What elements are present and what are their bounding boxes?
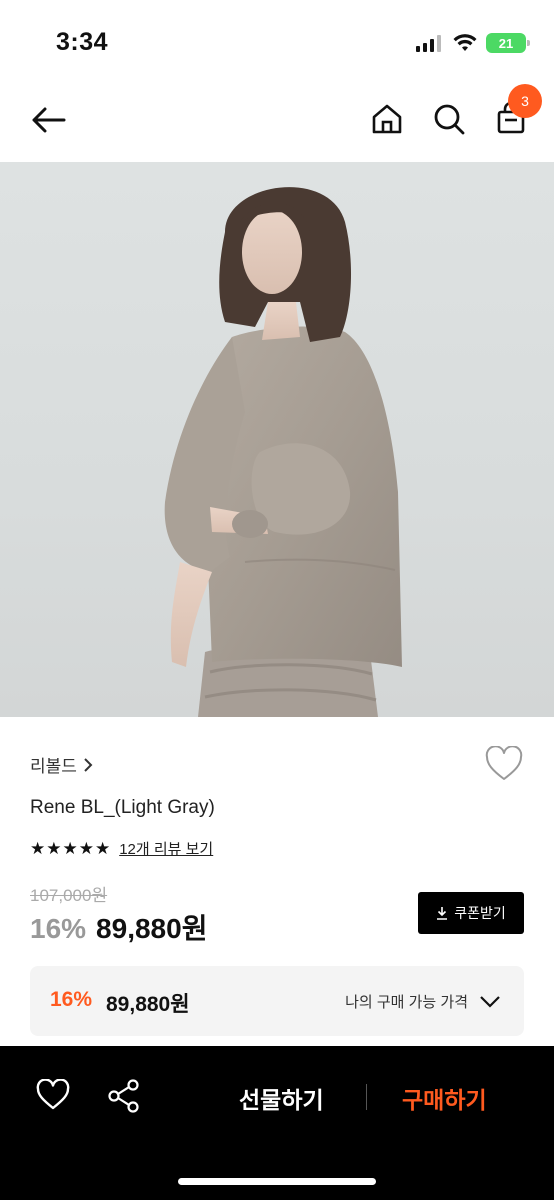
review-link[interactable]: 12개 리뷰 보기 [119,838,213,859]
divider [366,1084,367,1110]
wishlist-button[interactable] [484,745,524,782]
product-image[interactable] [0,162,554,717]
bottom-action-bar: 선물하기 구매하기 [0,1046,554,1200]
price-row: 16% 89,880원 [30,907,207,947]
sale-price: 89,880원 [96,913,208,944]
status-icons: 21 [416,33,530,53]
discount-rate: 16% [30,913,87,944]
back-button[interactable] [28,102,68,138]
bottom-wishlist-button[interactable] [36,1078,70,1111]
search-icon [434,104,465,135]
home-icon [372,104,402,134]
cart-count-badge: 3 [508,84,542,118]
buy-button[interactable]: 구매하기 [402,1081,487,1115]
top-nav [0,86,554,162]
rating-stars: ★★★★★ [30,838,112,858]
gift-button[interactable]: 선물하기 [239,1081,324,1115]
chevron-right-icon [84,757,93,772]
chevron-down-icon [480,996,500,1008]
coupon-label: 쿠폰받기 [454,905,506,921]
wifi-icon [453,34,477,51]
arrow-left-icon [32,107,66,133]
cellular-signal-icon [416,35,441,52]
my-price-label: 나의 구매 가능 가격 [345,994,468,1011]
product-photo [164,187,402,717]
home-indicator [178,1178,376,1185]
original-price: 107,000원 [30,886,108,905]
rating-row: ★★★★★ 12개 리뷰 보기 [30,838,213,859]
share-button[interactable] [107,1079,141,1113]
brand-link[interactable]: 리볼드 [30,752,93,777]
battery-level: 21 [498,35,514,51]
share-icon [108,1079,139,1113]
download-icon [437,907,448,920]
my-price-panel[interactable]: 16% 89,880원 나의 구매 가능 가격 [30,966,524,1036]
search-button[interactable] [430,100,468,138]
coupon-button[interactable]: 쿠폰받기 [418,892,524,934]
status-bar: 3:34 21 [0,0,554,86]
heart-outline-icon [485,745,523,780]
my-price-discount: 16% [50,988,93,1011]
status-time: 3:34 [56,28,109,56]
product-name: Rene BL_(Light Gray) [30,797,215,818]
heart-outline-icon [36,1078,70,1110]
home-button[interactable] [368,100,406,138]
brand-name: 리볼드 [30,757,77,776]
battery-icon: 21 [486,33,530,53]
my-price-amount: 89,880원 [106,993,190,1016]
